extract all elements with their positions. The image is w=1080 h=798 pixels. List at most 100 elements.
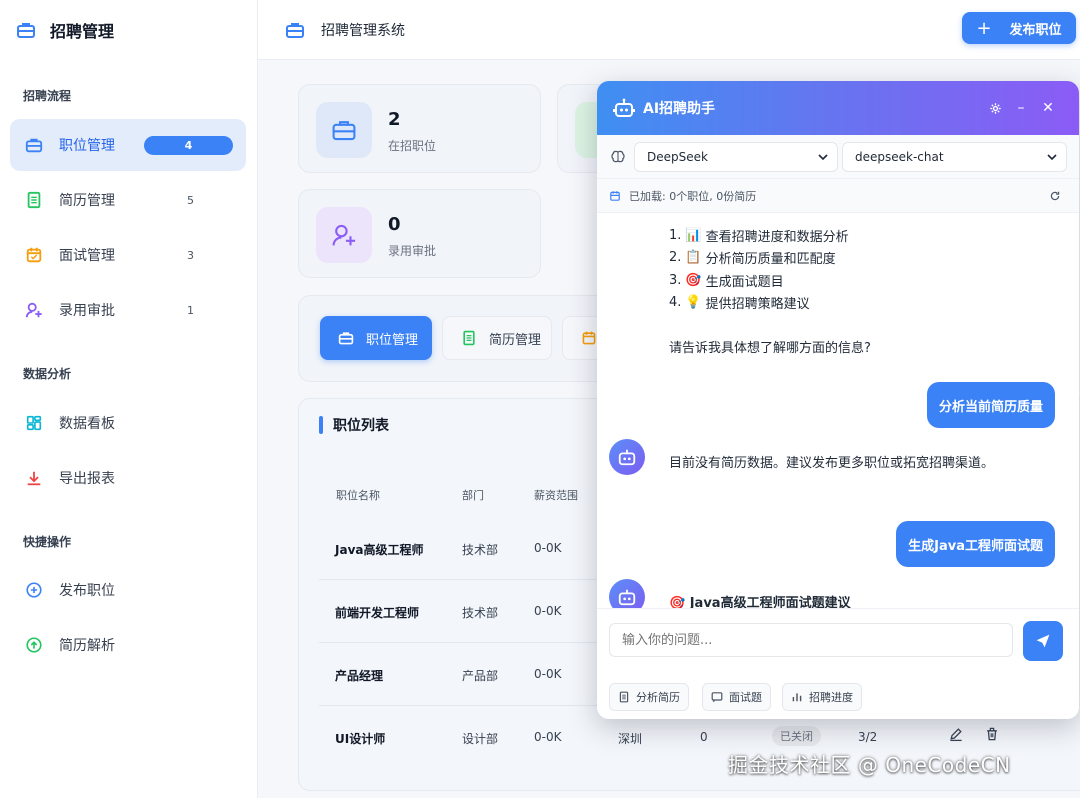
- sidebar-item-dashboard[interactable]: 数据看板: [10, 397, 246, 449]
- briefcase-icon: [316, 102, 372, 158]
- tab-resumes[interactable]: 简历管理: [442, 316, 552, 360]
- list-item: 1. 📊 查看招聘进度和数据分析: [669, 228, 849, 245]
- title-accent: [319, 416, 323, 434]
- plus-circle-icon: [25, 581, 43, 599]
- delete-icon[interactable]: [984, 726, 1000, 745]
- sidebar: 招聘管理 招聘流程 职位管理 4 简历管理 5 面试管理 3 录用审批 1 数据…: [0, 0, 258, 798]
- calendar-icon: [582, 331, 596, 345]
- ai-panel-title: AI招聘助手: [643, 101, 716, 117]
- bot-avatar: [609, 439, 645, 475]
- user-message: 分析当前简历质量: [926, 382, 1055, 428]
- user-add-icon: [316, 207, 372, 263]
- job-salary: 0-0K: [534, 730, 562, 744]
- count-badge: 1: [187, 303, 194, 317]
- bar-chart-icon: [792, 693, 802, 702]
- job-dept: 产品部: [462, 669, 499, 683]
- sidebar-item-label: 录用审批: [59, 303, 115, 319]
- chat-icon: [711, 692, 723, 703]
- publish-job-button[interactable]: + 发布职位: [962, 12, 1076, 44]
- stat-value: 2: [388, 109, 401, 130]
- calendar-icon: [25, 246, 43, 264]
- sidebar-item-interviews[interactable]: 面试管理 3: [10, 229, 246, 281]
- chat-input[interactable]: [609, 623, 1013, 657]
- provider-select[interactable]: DeepSeek: [634, 142, 838, 172]
- target-emoji-icon: 🎯: [685, 273, 702, 288]
- database-icon: [610, 190, 620, 201]
- tabs-card: 职位管理 简历管理: [298, 295, 618, 382]
- section-title-quick: 快捷操作: [23, 535, 72, 549]
- bot-message-text: 请告诉我具体想了解哪方面的信息?: [669, 341, 871, 356]
- stat-card-approvals: 0 录用审批: [298, 189, 541, 278]
- job-list-title-text: 职位列表: [333, 418, 389, 434]
- chart-emoji-icon: 📊: [685, 228, 702, 243]
- ai-assistant-panel: AI招聘助手 – ✕ DeepSeek deepseek-chat 已加载: 0…: [597, 81, 1079, 719]
- job-dept: 技术部: [462, 606, 499, 620]
- model-selector-row: DeepSeek deepseek-chat: [597, 135, 1079, 179]
- refresh-icon[interactable]: [1049, 190, 1061, 202]
- sidebar-item-parse[interactable]: 简历解析: [10, 619, 246, 671]
- job-headcount: 0: [700, 730, 708, 744]
- dashboard-icon: [25, 414, 43, 432]
- user-message: 生成Java工程师面试题: [896, 521, 1055, 567]
- tab-label: 简历管理: [489, 332, 542, 348]
- col-header-salary: 薪资范围: [534, 489, 578, 502]
- minimize-icon[interactable]: –: [1013, 100, 1029, 116]
- stat-card-open-jobs: 2 在招职位: [298, 84, 541, 173]
- send-button[interactable]: [1023, 621, 1063, 661]
- quick-action-label: 招聘进度: [809, 691, 853, 704]
- count-badge: 5: [187, 193, 194, 207]
- bot-message-text: 目前没有简历数据。建议发布更多职位或拓宽招聘渠道。: [669, 456, 995, 471]
- provider-value: DeepSeek: [647, 150, 708, 164]
- count-badge: 4: [144, 135, 233, 155]
- download-icon: [25, 469, 43, 487]
- sidebar-item-export[interactable]: 导出报表: [10, 452, 246, 504]
- briefcase-icon: [338, 332, 354, 345]
- bot-avatar: [609, 579, 645, 608]
- quick-action-label: 面试题: [729, 691, 762, 704]
- page-title: 招聘管理系统: [321, 22, 405, 39]
- settings-icon[interactable]: [987, 100, 1003, 116]
- sidebar-item-publish[interactable]: 发布职位: [10, 564, 246, 616]
- quick-progress-button[interactable]: 招聘进度: [782, 683, 862, 711]
- ai-panel-header: AI招聘助手 – ✕: [597, 81, 1079, 135]
- brain-icon: [611, 150, 625, 163]
- brand-title: 招聘管理: [50, 22, 115, 41]
- section-title-recruit: 招聘流程: [23, 89, 72, 103]
- robot-icon: [618, 449, 636, 466]
- sidebar-item-resumes[interactable]: 简历管理 5: [10, 174, 246, 226]
- chat-input-area: 分析简历 面试题 招聘进度: [597, 608, 1079, 719]
- stat-label: 录用审批: [388, 244, 437, 258]
- tab-label: 职位管理: [366, 332, 419, 348]
- job-city: 深圳: [618, 732, 643, 746]
- topbar: 招聘管理系统 + 发布职位: [258, 0, 1080, 60]
- tab-jobs[interactable]: 职位管理: [320, 316, 432, 360]
- sidebar-item-jobs[interactable]: 职位管理 4: [10, 119, 246, 171]
- document-icon: [619, 691, 629, 703]
- quick-action-label: 分析简历: [636, 691, 680, 704]
- briefcase-icon: [17, 23, 35, 38]
- close-icon[interactable]: ✕: [1040, 100, 1056, 116]
- brand: 招聘管理: [0, 0, 257, 60]
- send-icon: [1036, 634, 1050, 648]
- sidebar-item-label: 简历解析: [59, 638, 115, 654]
- sidebar-item-approval[interactable]: 录用审批 1: [10, 284, 246, 336]
- data-status-text: 已加载: 0个职位, 0份简历: [629, 189, 757, 203]
- chat-messages: 1. 📊 查看招聘进度和数据分析 2. 📋 分析简历质量和匹配度 3. 🎯 生成面试题目 4…: [597, 213, 1079, 608]
- watermark: 掘金技术社区 @ OneCodeCN: [728, 753, 1011, 777]
- count-badge: 3: [187, 248, 194, 262]
- job-list-title: 职位列表: [319, 415, 389, 435]
- sidebar-item-label: 简历管理: [59, 193, 115, 209]
- col-header-name: 职位名称: [336, 489, 380, 502]
- bulb-emoji-icon: 💡: [685, 295, 702, 310]
- sidebar-item-label: 职位管理: [59, 138, 115, 154]
- briefcase-icon: [25, 136, 43, 154]
- clipboard-emoji-icon: 📋: [685, 250, 702, 265]
- quick-analyze-resume-button[interactable]: 分析简历: [609, 683, 689, 711]
- robot-icon: [618, 589, 636, 606]
- briefcase-icon: [286, 22, 304, 38]
- chevron-down-icon: [818, 154, 828, 161]
- model-value: deepseek-chat: [855, 150, 944, 164]
- quick-interview-button[interactable]: 面试题: [702, 683, 771, 711]
- model-select[interactable]: deepseek-chat: [842, 142, 1067, 172]
- edit-icon[interactable]: [948, 726, 964, 745]
